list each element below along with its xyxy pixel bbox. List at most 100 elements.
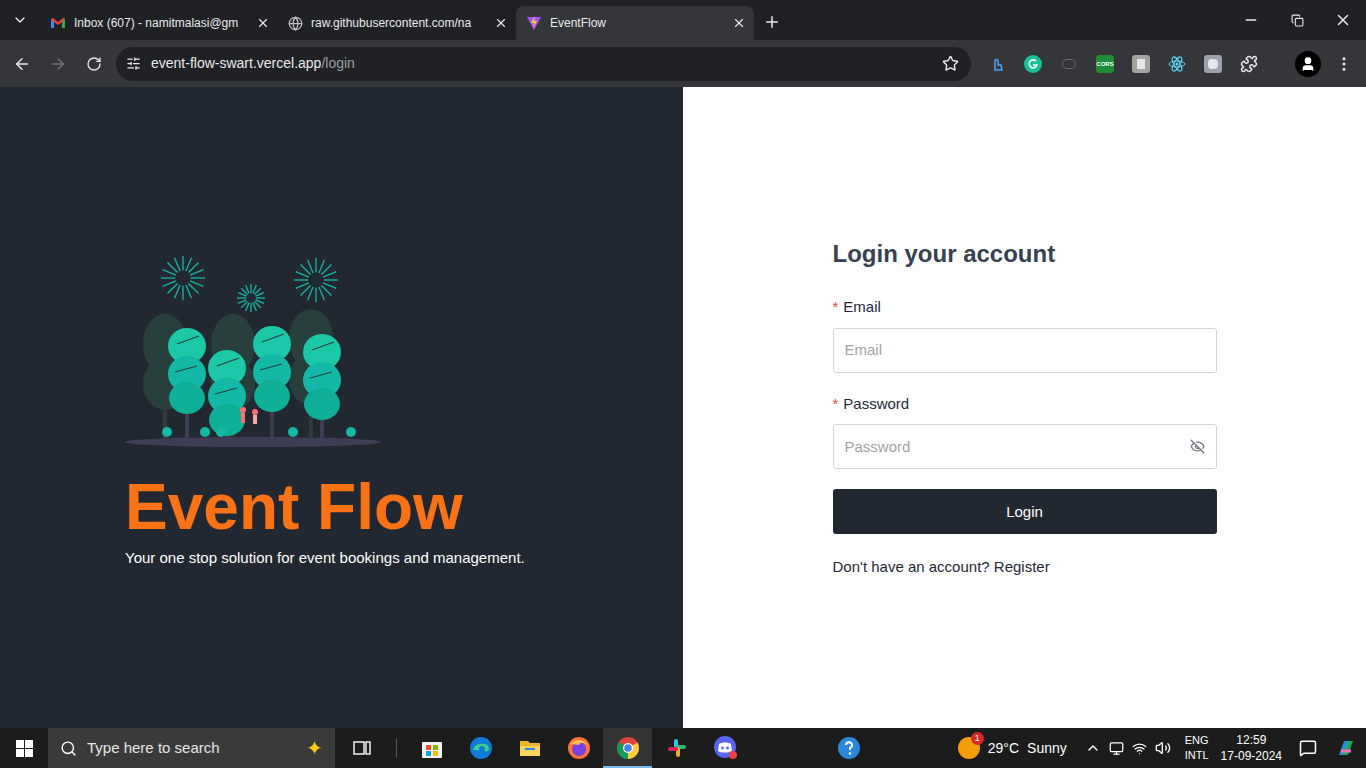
taskbar-app[interactable] xyxy=(337,728,386,768)
register-link[interactable]: Register xyxy=(994,558,1050,575)
help-icon xyxy=(837,736,861,760)
browser-tab[interactable]: Inbox (607) - namitmalasi@gm xyxy=(40,6,278,40)
close-icon[interactable] xyxy=(256,16,270,30)
edge-icon xyxy=(469,736,493,760)
login-panel: Login your account *Email Email *Password Pa… xyxy=(683,87,1366,728)
weather-widget[interactable]: 129°CSunny xyxy=(950,728,1075,768)
forward-icon xyxy=(49,55,67,73)
search-icon xyxy=(60,740,77,757)
copilot-button[interactable] xyxy=(1326,728,1366,768)
react-extension-icon[interactable] xyxy=(1159,46,1195,82)
profile-icon xyxy=(1300,56,1316,72)
eye-off-icon[interactable] xyxy=(1190,439,1205,454)
close-icon[interactable] xyxy=(732,16,746,30)
screen: Inbox (607) - namitmalasi@gm raw.githubus… xyxy=(0,0,1366,768)
wifi-icon[interactable] xyxy=(1132,741,1147,756)
profile-button[interactable] xyxy=(1290,46,1326,82)
back-icon xyxy=(13,55,31,73)
taskbar-app[interactable] xyxy=(824,728,873,768)
form-title: Login your account xyxy=(833,236,1217,272)
menu-button[interactable] xyxy=(1326,46,1362,82)
taskbar: Type here to search✦ 129°CSunny ENGINTL12:… xyxy=(0,728,1366,768)
start-button[interactable] xyxy=(0,728,48,768)
tab-search-button[interactable] xyxy=(0,0,40,40)
bookmark-star-icon[interactable] xyxy=(942,55,959,72)
reload-button[interactable] xyxy=(76,46,112,82)
touch-extension-icon[interactable] xyxy=(979,46,1015,82)
page: Event Flow Your one stop solution for eve… xyxy=(0,87,1366,728)
tile-extension-icon[interactable] xyxy=(1195,46,1231,82)
taskbar-app[interactable] xyxy=(554,728,603,768)
weather-badge: 1 xyxy=(971,732,984,745)
site-info-icon[interactable] xyxy=(126,56,141,71)
taskbar-app[interactable] xyxy=(701,728,750,768)
task-view-icon xyxy=(352,738,372,758)
register-prompt: Don't have an account? Register xyxy=(833,556,1217,579)
file-explorer-icon xyxy=(518,736,542,760)
taskbar-app[interactable] xyxy=(505,728,554,768)
new-tab-button[interactable] xyxy=(754,4,790,40)
firefox-icon xyxy=(567,736,591,760)
password-input[interactable]: Password xyxy=(833,424,1217,469)
clock[interactable]: 12:5917-09-2024 xyxy=(1213,732,1290,764)
browser-tab[interactable]: raw.githubusercontent.com/na xyxy=(278,6,516,40)
restore-button[interactable] xyxy=(1274,0,1320,40)
brand-tagline: Your one stop solution for event booking… xyxy=(125,547,683,570)
close-window-button[interactable] xyxy=(1320,0,1366,40)
sparkle-icon: ✦ xyxy=(306,738,323,758)
restore-icon xyxy=(1291,14,1304,27)
chrome-icon xyxy=(616,736,640,760)
tab-title: Inbox (607) - namitmalasi@gm xyxy=(74,14,248,32)
speaker-icon[interactable] xyxy=(1155,740,1171,756)
square-extension-icon[interactable] xyxy=(1123,46,1159,82)
language-indicator[interactable]: ENGINTL xyxy=(1181,733,1213,763)
email-input[interactable]: Email xyxy=(833,328,1217,373)
vite-icon xyxy=(526,15,542,31)
forward-button[interactable] xyxy=(40,46,76,82)
slack-icon xyxy=(666,737,688,759)
form-field: *Email Email xyxy=(833,296,1217,373)
login-button[interactable]: Login xyxy=(833,489,1217,534)
close-icon[interactable] xyxy=(494,16,508,30)
browser-toolbar: event-flow-swart.vercel.app/login CORS xyxy=(0,40,1366,87)
tab-title: EventFlow xyxy=(550,14,724,32)
browser-tab[interactable]: EventFlow xyxy=(516,6,754,40)
globe-icon xyxy=(288,16,303,31)
back-button[interactable] xyxy=(4,46,40,82)
puzzle-extension-icon[interactable] xyxy=(1231,46,1267,82)
taskbar-app[interactable] xyxy=(456,728,505,768)
notifications-button[interactable] xyxy=(1290,728,1326,768)
grammarly-extension-icon[interactable] xyxy=(1015,46,1051,82)
tab-title: raw.githubusercontent.com/na xyxy=(311,14,486,32)
windows-icon xyxy=(16,740,33,757)
plus-icon xyxy=(763,13,781,31)
field-label: *Email xyxy=(833,296,1217,319)
celebration-illustration xyxy=(125,254,381,449)
minimize-button[interactable] xyxy=(1228,0,1274,40)
network-icon[interactable] xyxy=(1109,741,1124,756)
field-label: *Password xyxy=(833,393,1217,416)
taskbar-app[interactable] xyxy=(603,728,652,768)
chevron-down-icon xyxy=(12,12,28,28)
address-text: event-flow-swart.vercel.app/login xyxy=(151,53,932,74)
badge-extension-icon[interactable]: CORS xyxy=(1087,46,1123,82)
minimize-icon xyxy=(1243,12,1259,28)
brand-panel: Event Flow Your one stop solution for eve… xyxy=(0,87,683,728)
taskbar-search[interactable]: Type here to search✦ xyxy=(48,728,335,768)
address-bar[interactable]: event-flow-swart.vercel.app/login xyxy=(116,47,971,81)
taskbar-app[interactable] xyxy=(407,728,456,768)
store-icon xyxy=(420,736,444,760)
brand-title: Event Flow xyxy=(125,471,683,543)
reload-icon xyxy=(86,56,102,72)
login-form: Login your account *Email Email *Password Pa… xyxy=(833,236,1217,579)
running-indicator xyxy=(603,766,652,768)
pill-extension-icon[interactable] xyxy=(1051,46,1087,82)
gmail-icon xyxy=(50,15,66,31)
notification-icon xyxy=(1299,739,1317,757)
taskbar-app[interactable] xyxy=(652,728,701,768)
copilot-icon xyxy=(1335,737,1357,759)
form-field: *Password Password xyxy=(833,393,1217,470)
chevron-up-icon[interactable] xyxy=(1085,740,1101,756)
tab-strip: Inbox (607) - namitmalasi@gm raw.githubus… xyxy=(0,0,1366,40)
discord-icon xyxy=(713,735,739,761)
